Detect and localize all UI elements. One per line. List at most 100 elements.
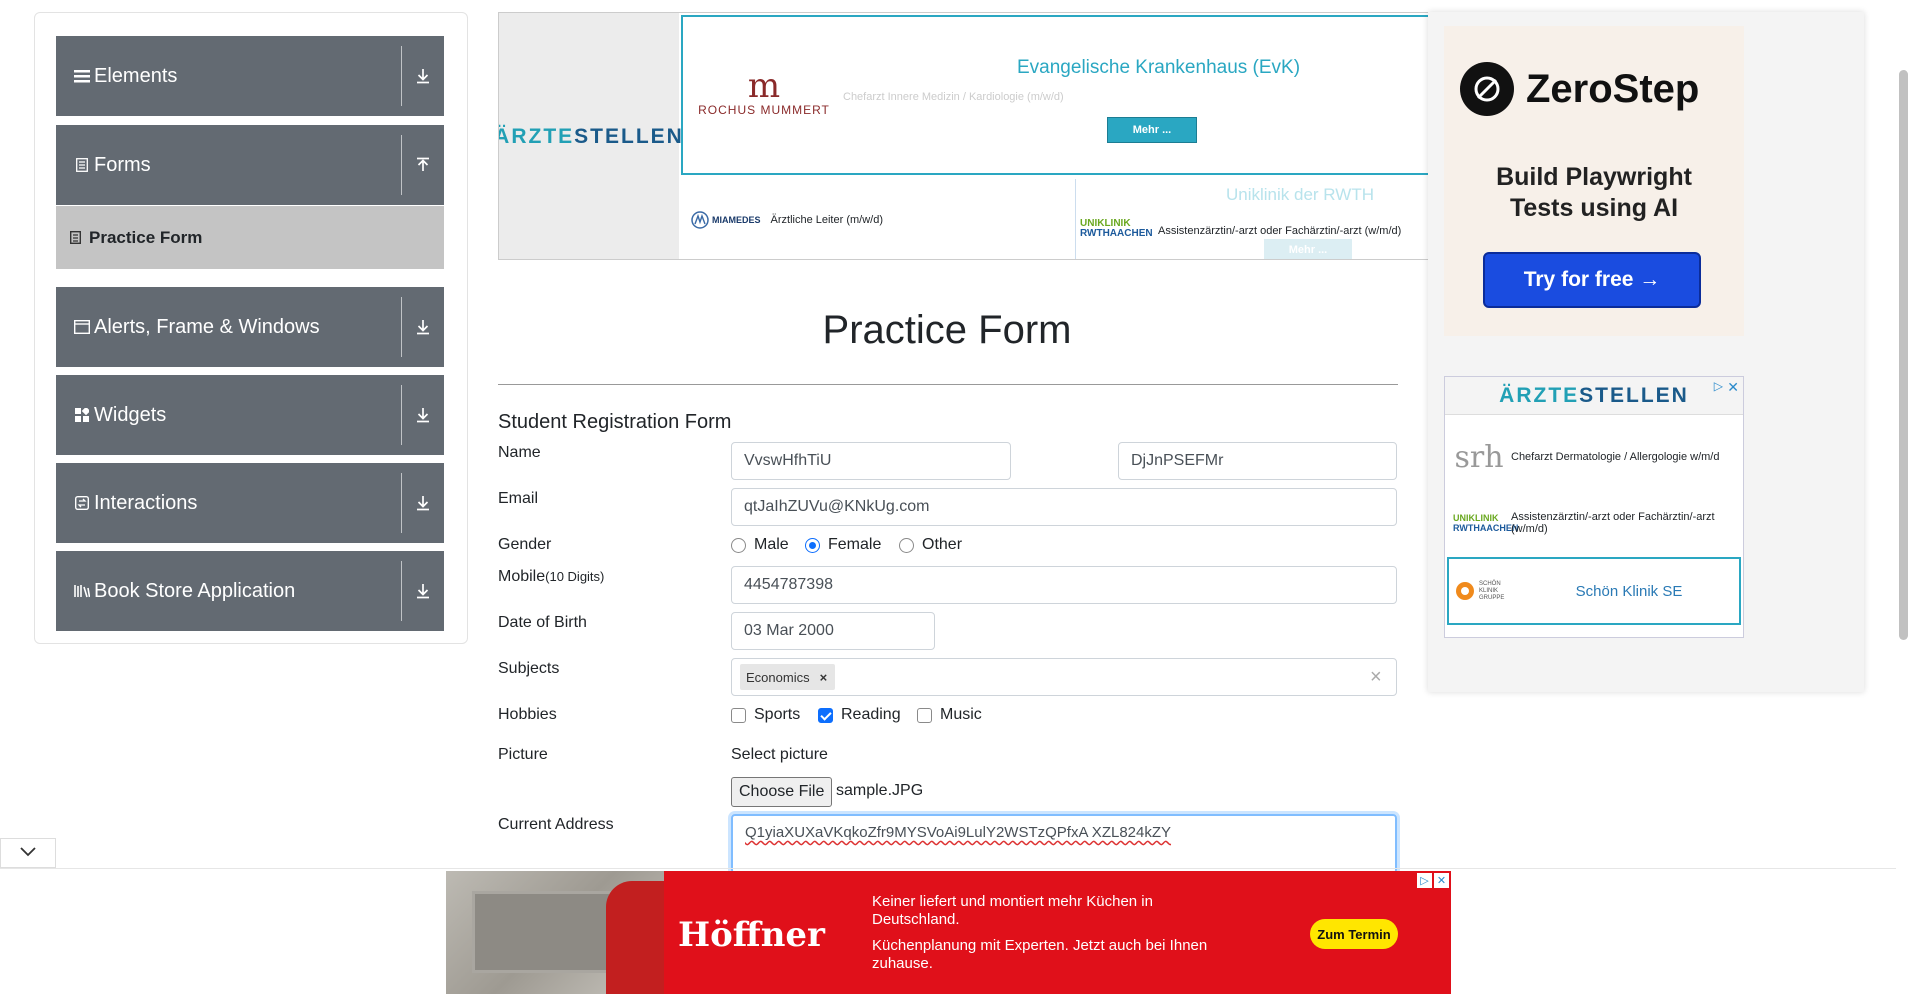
ad-listing-text: Schön Klinik SE <box>1575 582 1683 600</box>
zerostep-tagline: Build Playwright Tests using AI <box>1496 163 1692 222</box>
email-input[interactable]: qtJaIhZUVu@KNkUg.com <box>731 488 1397 526</box>
ad-listing-text: Assistenzärztin/-arzt oder Fachärztin/-a… <box>1158 225 1402 237</box>
first-name-input[interactable]: VvswHfhTiU <box>731 442 1011 480</box>
sidebar-item-label: Practice Form <box>89 227 203 247</box>
ad-main-listing[interactable]: m ROCHUS MUMMERT Evangelische Krankenhau… <box>681 15 1429 175</box>
ad-subtitle: Chefarzt Innere Medizin / Kardiologie (m… <box>843 91 1064 103</box>
mobile-label: Mobile(10 Digits) <box>498 568 605 585</box>
hobby-checkbox-reading[interactable]: Reading <box>818 706 901 724</box>
sidebar-item-practice-form[interactable]: Practice Form <box>56 206 444 269</box>
email-label: Email <box>498 490 539 507</box>
ad-more-button[interactable]: Mehr ... <box>1107 117 1197 143</box>
radio-label: Female <box>828 536 882 553</box>
download-arrow-icon[interactable] <box>402 319 444 335</box>
download-arrow-icon[interactable] <box>402 407 444 423</box>
uniklinik-logo: UNIKLINIK RWTHAACHEN <box>1080 218 1153 239</box>
checkbox-label: Music <box>940 706 982 723</box>
scrollbar-thumb[interactable] <box>1899 70 1908 640</box>
last-name-input[interactable]: DjJnPSEFMr <box>1118 442 1397 480</box>
hoeffner-bottom-ad[interactable]: Höffner Keiner liefert und montiert mehr… <box>446 871 1451 994</box>
ad-listing-text: Chefarzt Dermatologie / Allergologie w/m… <box>1511 451 1720 463</box>
ad-listing-title: Uniklinik der RWTH <box>1226 185 1374 204</box>
ad-listing-schoen-klinik[interactable]: SCHÖN KLINIK GRUPPE Schön Klinik SE <box>1447 557 1741 625</box>
sidebar-group-interactions[interactable]: Interactions <box>56 463 444 543</box>
radio-button[interactable] <box>899 537 914 553</box>
close-icon[interactable]: ✕ <box>1434 873 1449 888</box>
checkbox[interactable] <box>731 707 746 723</box>
zerostep-logo: ZeroStep <box>1460 62 1699 116</box>
ad-more-button[interactable]: Mehr ... <box>1264 239 1352 259</box>
rochus-mummert-logo: m ROCHUS MUMMERT <box>698 66 830 117</box>
adchoices-icon[interactable]: ▷ <box>1714 379 1723 393</box>
checkbox-label: Reading <box>841 706 901 723</box>
interactions-icon <box>74 495 90 511</box>
window-icon <box>74 319 90 335</box>
hobby-checkbox-sports[interactable]: Sports <box>731 706 800 724</box>
top-ad-banner[interactable]: ÄRZTESTELLEN m ROCHUS MUMMERT Evangelisc… <box>498 12 1430 260</box>
select-picture-label: Select picture <box>731 746 828 763</box>
miamedes-logo: MIAMEDES <box>691 211 761 229</box>
current-address-textarea[interactable]: Q1yiaXUXaVKqkoZfr9MYSVoAi9LulY2WSTzQPfxA… <box>731 814 1397 874</box>
sidebar-group-forms[interactable]: Forms <box>56 125 444 205</box>
ad-listing-text: Assistenzärztin/-arzt oder Fachärztin/-a… <box>1511 511 1715 535</box>
chip-remove-icon[interactable]: × <box>816 670 832 685</box>
close-icon[interactable]: ✕ <box>1727 379 1739 396</box>
checkbox[interactable] <box>818 707 833 723</box>
name-label: Name <box>498 444 541 461</box>
address-label: Current Address <box>498 816 614 833</box>
kitchen-photo <box>446 871 664 994</box>
page-title: Practice Form <box>822 308 1072 352</box>
mobile-input[interactable]: 4454787398 <box>731 566 1397 604</box>
checkbox-label: Sports <box>754 706 801 723</box>
zerostep-ad[interactable]: ZeroStep Build Playwright Tests using AI … <box>1444 26 1744 336</box>
checkbox[interactable] <box>917 707 932 723</box>
books-icon <box>74 583 90 599</box>
widgets-icon <box>74 407 90 423</box>
ad-listing-uniklinik[interactable]: UNIKLINIK RWTHAACHEN Assistenzärztin/-arz… <box>1447 497 1741 549</box>
clear-subjects-icon[interactable]: × <box>1370 666 1382 689</box>
choose-file-button[interactable]: Choose File <box>731 777 833 807</box>
date-of-birth-input[interactable]: 03 Mar 2000 <box>731 612 935 650</box>
hobby-checkbox-music[interactable]: Music <box>917 706 982 724</box>
radio-label: Other <box>922 536 963 553</box>
ad-title[interactable]: Evangelische Krankenhaus (EvK) <box>1017 57 1300 79</box>
sidebar-group-alerts[interactable]: Alerts, Frame & Windows <box>56 287 444 367</box>
download-arrow-icon[interactable] <box>402 68 444 84</box>
hobbies-label: Hobbies <box>498 706 557 723</box>
radio-button[interactable] <box>805 537 820 553</box>
gender-label: Gender <box>498 536 552 553</box>
uniklinik-logo: UNIKLINIK RWTHAACHEN <box>1453 513 1519 533</box>
sidebar-group-label: Alerts, Frame & Windows <box>94 315 320 338</box>
sidebar-group-book-store[interactable]: Book Store Application <box>56 551 444 631</box>
collapse-ad-button[interactable] <box>0 838 56 868</box>
adchoices-icon[interactable]: ▷ <box>1417 873 1432 888</box>
radio-button[interactable] <box>731 537 746 553</box>
sidebar-group-widgets[interactable]: Widgets <box>56 375 444 455</box>
aerztestellen-logo: ÄRZTESTELLEN <box>1445 377 1743 415</box>
ad-listing-uniklinik[interactable]: Uniklinik der RWTH UNIKLINIK RWTHAACHEN A… <box>1075 179 1429 259</box>
address-text: Q1yiaXUXaVKqkoZfr9MYSVoAi9LulY2WSTzQPfxA… <box>745 824 1172 841</box>
sidebar-group-elements[interactable]: Elements <box>56 36 444 116</box>
ad-listing-srh[interactable]: srh Chefarzt Dermatologie / Allergologie… <box>1447 425 1741 489</box>
sidebar-group-label: Elements <box>94 64 178 87</box>
chip-label: Economics <box>746 669 810 685</box>
download-arrow-icon[interactable] <box>402 583 444 599</box>
picture-label: Picture <box>498 746 548 763</box>
try-for-free-button[interactable]: Try for free → <box>1483 252 1701 308</box>
gender-radio-female[interactable]: Female <box>805 536 881 554</box>
gender-radio-male[interactable]: Male <box>731 536 789 554</box>
ad-listing-text: Ärztliche Leiter (m/w/d) <box>770 214 883 226</box>
srh-logo: srh <box>1454 439 1504 475</box>
upload-arrow-icon[interactable] <box>402 157 444 173</box>
subjects-label: Subjects <box>498 660 560 677</box>
gender-radio-other[interactable]: Other <box>899 536 962 554</box>
ad-listing-miamedes[interactable]: MIAMEDES Ärztliche Leiter (m/w/d) <box>681 179 1071 259</box>
zum-termin-button[interactable]: Zum Termin <box>1310 919 1398 949</box>
aerztestellen-side-ad[interactable]: ÄRZTE STELLEN ▷ ✕ srh Chefarzt Dermatolog… <box>1444 376 1744 638</box>
subject-chip: Economics × <box>740 664 836 690</box>
form-icon <box>70 231 81 244</box>
mobile-hint: (10 Digits) <box>545 569 605 584</box>
radio-label: Male <box>754 536 789 553</box>
download-arrow-icon[interactable] <box>402 495 444 511</box>
aerztestellen-logo: ÄRZTESTELLEN <box>499 13 682 259</box>
